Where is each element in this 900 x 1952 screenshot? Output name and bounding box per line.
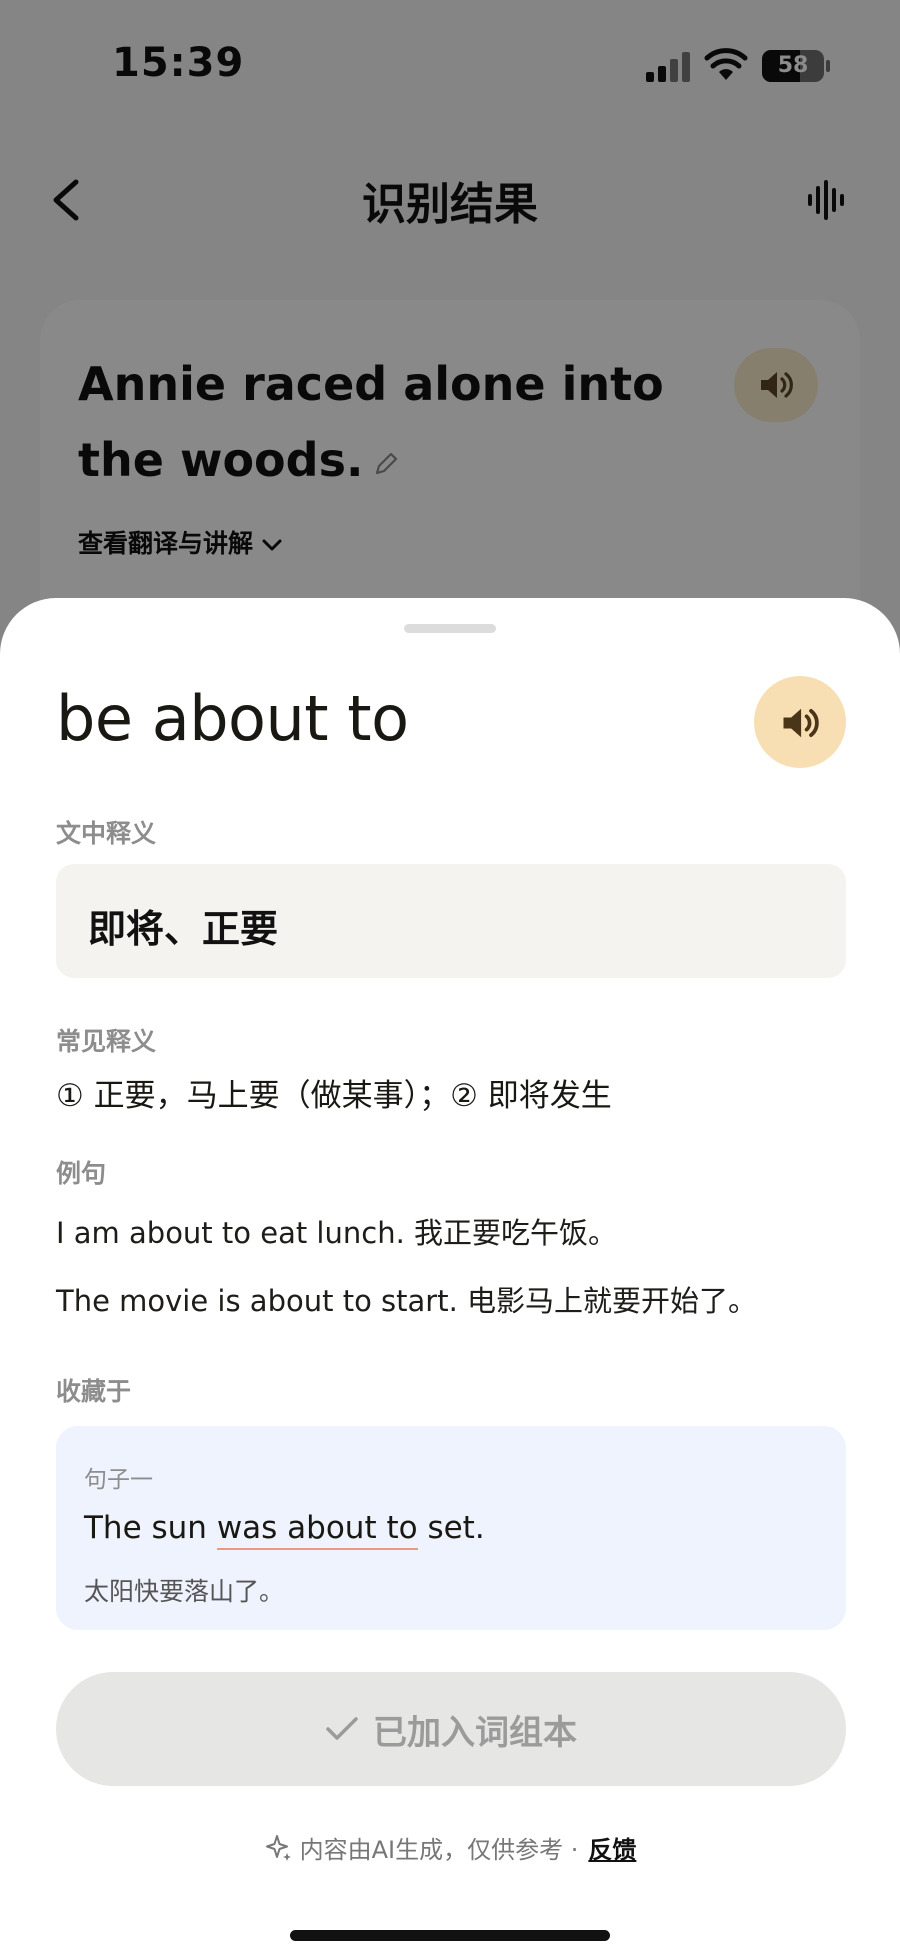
context-meaning: 即将、正要 bbox=[88, 907, 279, 951]
example-sentence: I am about to eat lunch. 我正要吃午饭。 bbox=[56, 1216, 618, 1250]
context-meaning-label: 文中释义 bbox=[56, 819, 157, 848]
sheet-grabber[interactable] bbox=[404, 624, 496, 633]
added-button-label: 已加入词组本 bbox=[373, 1712, 577, 1753]
context-meaning-box: 即将、正要 bbox=[56, 864, 846, 978]
speaker-icon bbox=[783, 708, 819, 738]
collected-label: 收藏于 bbox=[56, 1377, 132, 1406]
phrase-title: be about to bbox=[56, 682, 409, 755]
collected-sentence-card[interactable]: 句子一 The sun was about to set. 太阳快要落山了。 bbox=[56, 1426, 846, 1630]
common-meaning: ① 正要，马上要（做某事）；② 即将发生 bbox=[56, 1078, 612, 1114]
collected-sentence: The sun was about to set. bbox=[84, 1510, 485, 1550]
ai-disclaimer: 内容由AI生成，仅供参考 · 反馈 bbox=[0, 1830, 900, 1865]
phrase-speaker-button[interactable] bbox=[754, 676, 846, 768]
disclaimer-text: 内容由AI生成，仅供参考 · bbox=[299, 1836, 579, 1864]
example-sentence: The movie is about to start. 电影马上就要开始了。 bbox=[56, 1284, 758, 1318]
collection-name: 句子一 bbox=[84, 1467, 153, 1493]
added-to-phrasebook-button[interactable]: 已加入词组本 bbox=[56, 1672, 846, 1786]
word-detail-sheet: be about to 文中释义 即将、正要 常见释义 ① 正要，马上要（做某事… bbox=[0, 598, 900, 1952]
home-indicator[interactable] bbox=[290, 1930, 610, 1941]
collected-sentence-before: The sun bbox=[84, 1510, 217, 1546]
check-icon bbox=[326, 1717, 358, 1740]
examples-label: 例句 bbox=[56, 1159, 107, 1188]
collected-sentence-after: set. bbox=[417, 1510, 485, 1546]
sparkle-icon bbox=[265, 1834, 291, 1861]
feedback-link[interactable]: 反馈 bbox=[588, 1830, 636, 1865]
collected-sentence-highlight: was about to bbox=[216, 1510, 418, 1550]
common-meaning-label: 常见释义 bbox=[56, 1027, 157, 1056]
collected-translation: 太阳快要落山了。 bbox=[84, 1577, 285, 1606]
